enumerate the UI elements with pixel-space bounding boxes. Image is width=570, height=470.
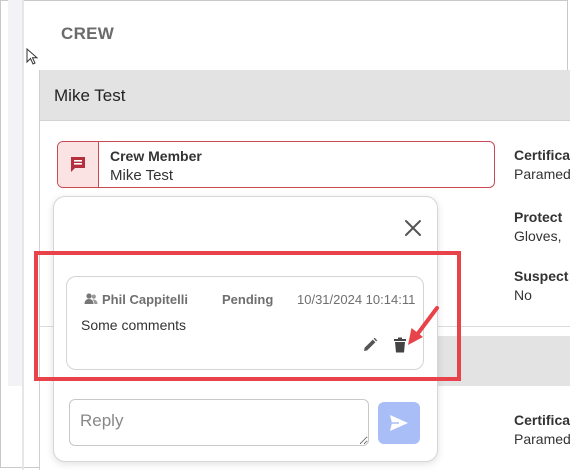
close-button[interactable] [403,218,423,238]
right-value-3: No [514,287,532,303]
left-sidebar-rail [8,0,23,386]
highlight-box [34,251,461,381]
right-value-2: Gloves, [514,228,562,244]
close-icon [405,220,421,236]
left-sidebar-edge [22,0,24,470]
right-label-2: Protect [514,209,563,225]
mouse-cursor-icon [26,48,38,65]
right-label-3: Suspect [514,268,569,284]
right-value-4: Paramed [514,431,570,447]
comment-icon [71,157,85,172]
reply-input[interactable] [69,399,369,446]
send-button[interactable] [378,402,420,444]
right-label-4: Certificat [514,412,570,428]
card-title: Mike Test [54,86,126,105]
arrow-annotation [408,306,439,345]
right-value-1: Paramed [514,166,570,182]
crew-member-label: Crew Member [110,148,202,164]
right-label-1: Certificat [514,147,570,163]
send-icon [390,415,408,431]
crew-member-value: Mike Test [110,167,174,184]
section-title: CREW [61,24,115,43]
comment-button[interactable] [58,142,99,187]
crew-member-field[interactable]: Crew Member Mike Test [57,141,495,188]
card-header: Mike Test [40,70,570,121]
